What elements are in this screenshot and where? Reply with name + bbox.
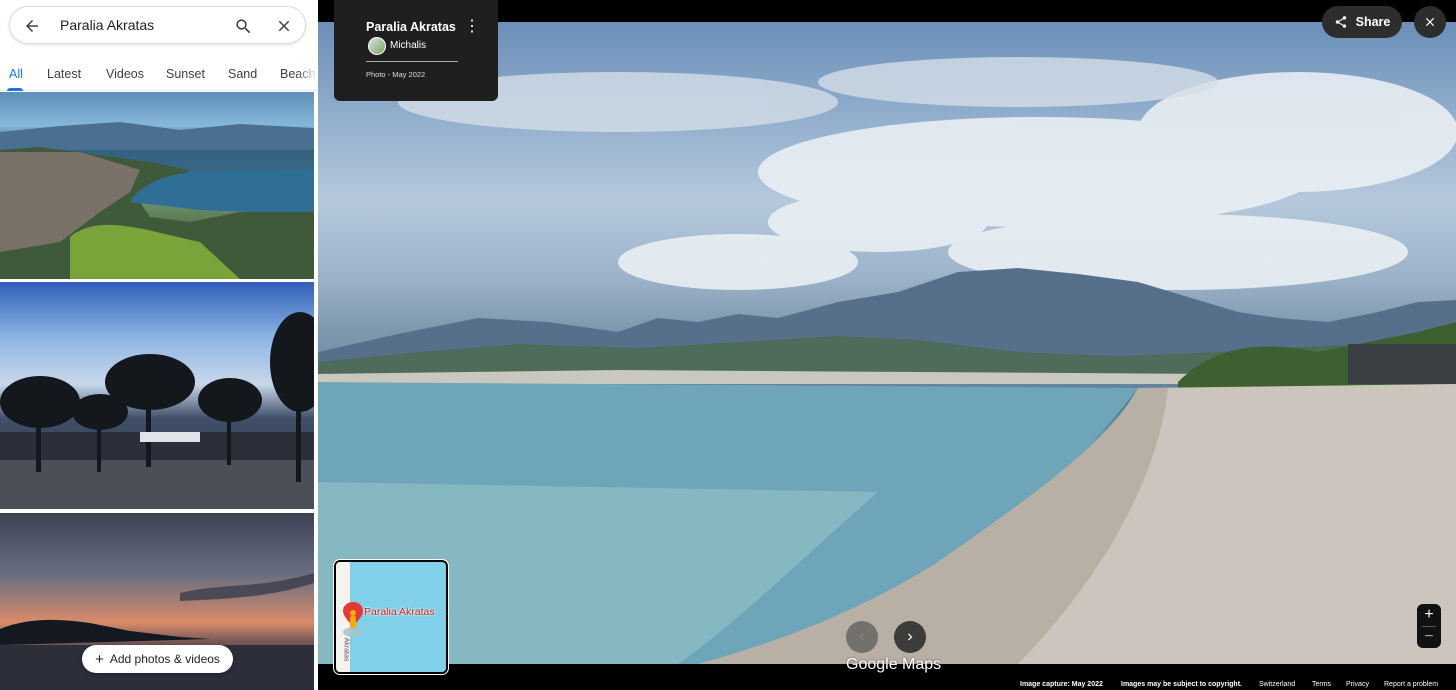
divider bbox=[366, 61, 458, 62]
back-arrow-icon bbox=[26, 20, 38, 32]
terms-link[interactable]: Terms bbox=[1312, 681, 1331, 688]
zoom-control: + − bbox=[1417, 604, 1441, 648]
previous-photo-button[interactable] bbox=[846, 621, 878, 653]
footer-bar: Image capture: May 2022 Images may be su… bbox=[318, 680, 1456, 690]
more-vert-icon[interactable]: ⋮ bbox=[464, 19, 480, 39]
photo-info-card: Paralia Akratas ⋮ Michalis Photo - May 2… bbox=[334, 0, 498, 101]
search-box bbox=[9, 6, 306, 44]
minimap[interactable]: Akratas Paralia Akratas bbox=[333, 559, 449, 675]
search-input[interactable] bbox=[60, 17, 220, 33]
author-name[interactable]: Michalis bbox=[390, 40, 426, 51]
search-icon bbox=[235, 18, 250, 33]
zoom-in-button[interactable]: + bbox=[1417, 604, 1441, 626]
image-capture-date: Image capture: May 2022 bbox=[1020, 681, 1103, 688]
active-tab-indicator bbox=[7, 88, 23, 91]
beach-landscape-image bbox=[318, 57, 1456, 664]
photo-date: Photo - May 2022 bbox=[366, 70, 426, 79]
tab-scroll-fade bbox=[296, 60, 318, 90]
tab-sunset[interactable]: Sunset bbox=[166, 67, 205, 81]
next-photo-button[interactable] bbox=[894, 621, 926, 653]
share-label: Share bbox=[1355, 15, 1391, 29]
privacy-link[interactable]: Privacy bbox=[1346, 681, 1369, 688]
add-photos-videos-label: Add photos & videos bbox=[109, 652, 220, 666]
photo-viewer: Paralia Akratas ⋮ Michalis Photo - May 2… bbox=[318, 0, 1456, 690]
minimap-place-label: Paralia Akratas bbox=[364, 606, 435, 618]
close-icon bbox=[1425, 17, 1435, 27]
chevron-right-icon bbox=[908, 633, 913, 641]
region-link[interactable]: Switzerland bbox=[1259, 681, 1295, 688]
share-icon bbox=[1335, 16, 1346, 28]
add-photos-videos-button[interactable]: + Add photos & videos bbox=[82, 645, 233, 673]
main-photo[interactable] bbox=[318, 22, 1456, 664]
search-button[interactable] bbox=[232, 15, 254, 37]
close-viewer-button[interactable] bbox=[1414, 6, 1446, 38]
pine-trees-image bbox=[0, 312, 314, 509]
google-maps-logo: Google Maps bbox=[846, 656, 942, 673]
photo-category-tabs: All Latest Videos Sunset Sand Beach bbox=[0, 60, 318, 91]
coastline-view-image bbox=[0, 122, 314, 279]
chevron-left-icon bbox=[859, 633, 864, 641]
zoom-out-button[interactable]: − bbox=[1417, 626, 1441, 648]
avatar[interactable] bbox=[368, 37, 386, 55]
minimap-road-label: Akratas bbox=[342, 637, 350, 662]
photo-thumbnail[interactable] bbox=[0, 282, 314, 509]
copyright-notice: Images may be subject to copyright. bbox=[1121, 681, 1242, 688]
close-icon bbox=[278, 20, 290, 32]
tab-sand[interactable]: Sand bbox=[228, 67, 257, 81]
share-button[interactable]: Share bbox=[1322, 6, 1402, 38]
report-problem-link[interactable]: Report a problem bbox=[1384, 681, 1438, 688]
back-button[interactable] bbox=[20, 14, 44, 38]
tab-all[interactable]: All bbox=[9, 67, 23, 81]
photo-gallery-panel: All Latest Videos Sunset Sand Beach bbox=[0, 0, 318, 690]
place-title[interactable]: Paralia Akratas bbox=[366, 20, 456, 34]
clear-search-button[interactable] bbox=[273, 15, 295, 37]
photo-thumbnail[interactable] bbox=[0, 92, 314, 279]
tab-latest[interactable]: Latest bbox=[47, 67, 81, 81]
tab-videos[interactable]: Videos bbox=[106, 67, 144, 81]
plus-icon: + bbox=[95, 650, 104, 668]
